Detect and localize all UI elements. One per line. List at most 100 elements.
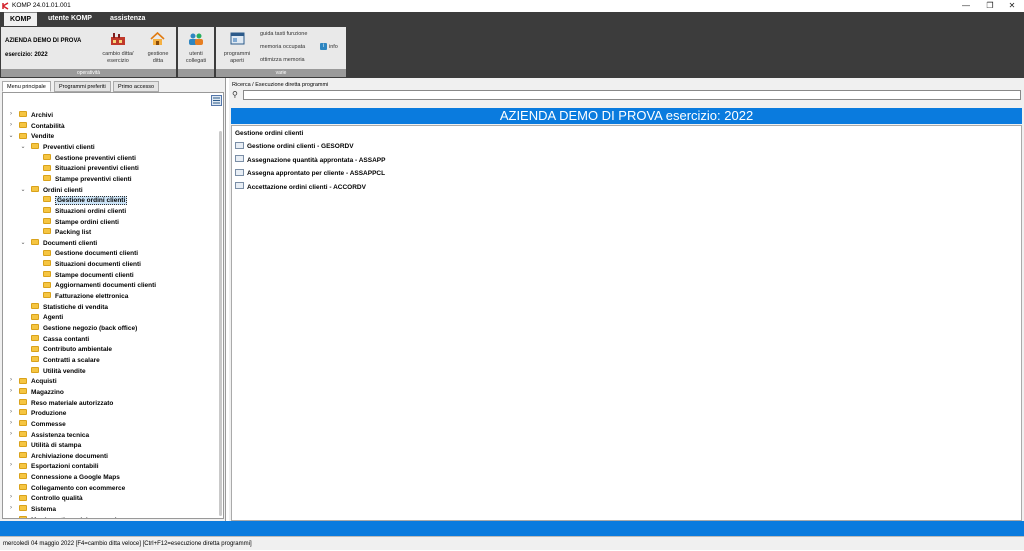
- folder-icon: [43, 196, 51, 203]
- menu-tab-assistenza[interactable]: assistenza: [104, 12, 151, 26]
- chevron-down-icon[interactable]: ⌄: [7, 132, 15, 139]
- tree-item-label: Gestione negozio (back office): [43, 325, 138, 332]
- tree-item[interactable]: Cassa contanti: [31, 334, 89, 345]
- tree-item-label: Packing list: [55, 229, 92, 237]
- tree-item[interactable]: Collegamento con ecommerce: [19, 484, 125, 494]
- tree-item[interactable]: Sistema: [19, 505, 56, 515]
- tree-item[interactable]: Situazioni documenti clienti: [43, 260, 141, 270]
- tree-item[interactable]: Produzione: [19, 409, 66, 419]
- tree-item[interactable]: Acquisti: [19, 377, 57, 387]
- tree-item-label: Contabilità: [31, 122, 65, 130]
- tree-item[interactable]: Utilità vendite: [31, 366, 86, 377]
- menu-bar: KOMP utente KOMP assistenza: [0, 12, 1024, 26]
- tree-item[interactable]: Magazzino: [19, 388, 64, 398]
- tab-primo-accesso[interactable]: Primo accesso: [113, 81, 160, 92]
- cambio-ditta-label: cambio ditta/ esercizio: [102, 51, 134, 64]
- ottimizza-memoria-link[interactable]: ottimizza memoria: [260, 57, 305, 63]
- program-item[interactable]: Assegnazione quantità approntata - ASSAP…: [235, 155, 386, 166]
- tree-item[interactable]: Commesse: [19, 420, 66, 430]
- gestione-ditta-label: gestione ditta: [147, 51, 169, 64]
- window-title: KOMP 24.01.01.001: [12, 2, 71, 9]
- chevron-right-icon[interactable]: ›: [7, 494, 15, 500]
- tree-item[interactable]: Contratti a scalare: [31, 356, 100, 366]
- tree-item[interactable]: Contributo ambientale: [31, 345, 112, 355]
- tree-item[interactable]: Assistenza tecnica: [19, 430, 89, 441]
- folder-icon: [43, 164, 51, 171]
- tree-options-icon[interactable]: [211, 95, 222, 106]
- home-icon: [150, 32, 165, 45]
- chevron-right-icon[interactable]: ›: [7, 505, 15, 511]
- tree-item[interactable]: Situazioni ordini clienti: [43, 207, 126, 217]
- chevron-right-icon[interactable]: ›: [7, 431, 15, 437]
- tree-item[interactable]: Controllo qualità: [19, 494, 83, 504]
- guida-tasti-link[interactable]: guida tasti funzione: [260, 31, 307, 37]
- tree-item-label: Situazioni ordini clienti: [55, 207, 127, 215]
- tree-item[interactable]: Menù gestione del personale: [19, 515, 120, 518]
- chevron-right-icon[interactable]: ›: [7, 111, 15, 117]
- tree-item[interactable]: Esportazioni contabili: [19, 462, 99, 472]
- chevron-right-icon[interactable]: ›: [7, 462, 15, 468]
- tree-item[interactable]: Gestione documenti clienti: [43, 249, 138, 259]
- tab-programmi-preferiti[interactable]: Programmi preferiti: [54, 81, 111, 92]
- programmi-aperti-label: programmi aperti: [223, 51, 251, 64]
- tree-item[interactable]: Fatturazione elettronica: [43, 292, 128, 302]
- tree-item-label: Agenti: [43, 314, 64, 322]
- tree-item[interactable]: Stampe preventivi clienti: [43, 175, 132, 185]
- program-item[interactable]: Gestione ordini clienti - GESORDV: [235, 141, 354, 152]
- chevron-down-icon[interactable]: ⌄: [19, 239, 27, 246]
- cambio-ditta-button[interactable]: cambio ditta/ esercizio: [97, 30, 139, 68]
- tree-item[interactable]: Situazioni preventivi clienti: [43, 164, 139, 174]
- info-icon[interactable]: i: [320, 43, 327, 50]
- section-title: Gestione ordini clienti: [235, 130, 304, 137]
- tab-menu-principale[interactable]: Menu principale: [2, 81, 51, 92]
- tree-item[interactable]: Gestione ordini clienti: [43, 196, 128, 206]
- tree-item[interactable]: Reso materiale autorizzato: [19, 398, 113, 409]
- minimize-button[interactable]: —: [956, 1, 976, 11]
- tree-item[interactable]: Packing list: [43, 228, 91, 238]
- tree-item[interactable]: Documenti clienti: [31, 239, 97, 249]
- tree-item[interactable]: Utilità di stampa: [19, 441, 81, 451]
- tree-item[interactable]: Gestione preventivi clienti: [43, 153, 136, 164]
- tree-item[interactable]: Archivi: [19, 111, 53, 121]
- tree-item-label: Vendite: [31, 133, 55, 141]
- program-item[interactable]: Assegna approntato per cliente - ASSAPPC…: [235, 168, 385, 179]
- maximize-button[interactable]: ❐: [980, 1, 1000, 11]
- tree-item[interactable]: Stampe documenti clienti: [43, 271, 134, 281]
- tree-item[interactable]: Connessione a Google Maps: [19, 473, 120, 483]
- gestione-ditta-button[interactable]: gestione ditta: [141, 30, 175, 68]
- tree-scrollbar[interactable]: [219, 131, 222, 516]
- folder-icon: [43, 281, 51, 288]
- memoria-occupata-link[interactable]: memoria occupata: [260, 44, 305, 50]
- tree-item[interactable]: Gestione negozio (back office): [31, 324, 137, 334]
- info-link[interactable]: info: [329, 44, 338, 50]
- close-button[interactable]: ✕: [1002, 1, 1022, 11]
- search-icon[interactable]: ⚲: [232, 90, 242, 100]
- program-item[interactable]: Accettazione ordini clienti - ACCORDV: [235, 182, 366, 193]
- menu-tab-utente-komp[interactable]: utente KOMP: [42, 12, 98, 26]
- folder-icon: [31, 239, 39, 246]
- chevron-right-icon[interactable]: ›: [7, 420, 15, 426]
- tree-item[interactable]: Preventivi clienti: [31, 143, 95, 153]
- chevron-down-icon[interactable]: ⌄: [19, 186, 27, 193]
- chevron-down-icon[interactable]: ⌄: [19, 143, 27, 150]
- program-item-label: Assegnazione quantità approntata - ASSAP…: [247, 156, 386, 164]
- tree-item-label: Gestione ordini clienti: [55, 196, 128, 206]
- tree-item[interactable]: Stampe ordini clienti: [43, 217, 119, 228]
- tree-item[interactable]: Archiviazione documenti: [19, 452, 108, 462]
- chevron-right-icon[interactable]: ›: [7, 388, 15, 394]
- programmi-aperti-button[interactable]: programmi aperti: [218, 30, 256, 68]
- tree-item[interactable]: Agenti: [31, 313, 63, 323]
- tree-item[interactable]: Ordini clienti: [31, 185, 83, 196]
- utenti-collegati-label: utenti collegati: [185, 51, 207, 64]
- folder-icon: [31, 345, 39, 352]
- tree-item[interactable]: Contabilità: [19, 121, 65, 132]
- chevron-right-icon[interactable]: ›: [7, 409, 15, 415]
- tree-item[interactable]: Aggiornamenti documenti clienti: [43, 281, 156, 291]
- chevron-right-icon[interactable]: ›: [7, 377, 15, 383]
- program-search-input[interactable]: [243, 90, 1021, 100]
- chevron-right-icon[interactable]: ›: [7, 122, 15, 128]
- utenti-collegati-button[interactable]: utenti collegati: [179, 30, 213, 68]
- tree-item[interactable]: Statistiche di vendita: [31, 302, 108, 313]
- menu-tab-komp[interactable]: KOMP: [4, 12, 37, 26]
- tree-item[interactable]: Vendite: [19, 132, 54, 142]
